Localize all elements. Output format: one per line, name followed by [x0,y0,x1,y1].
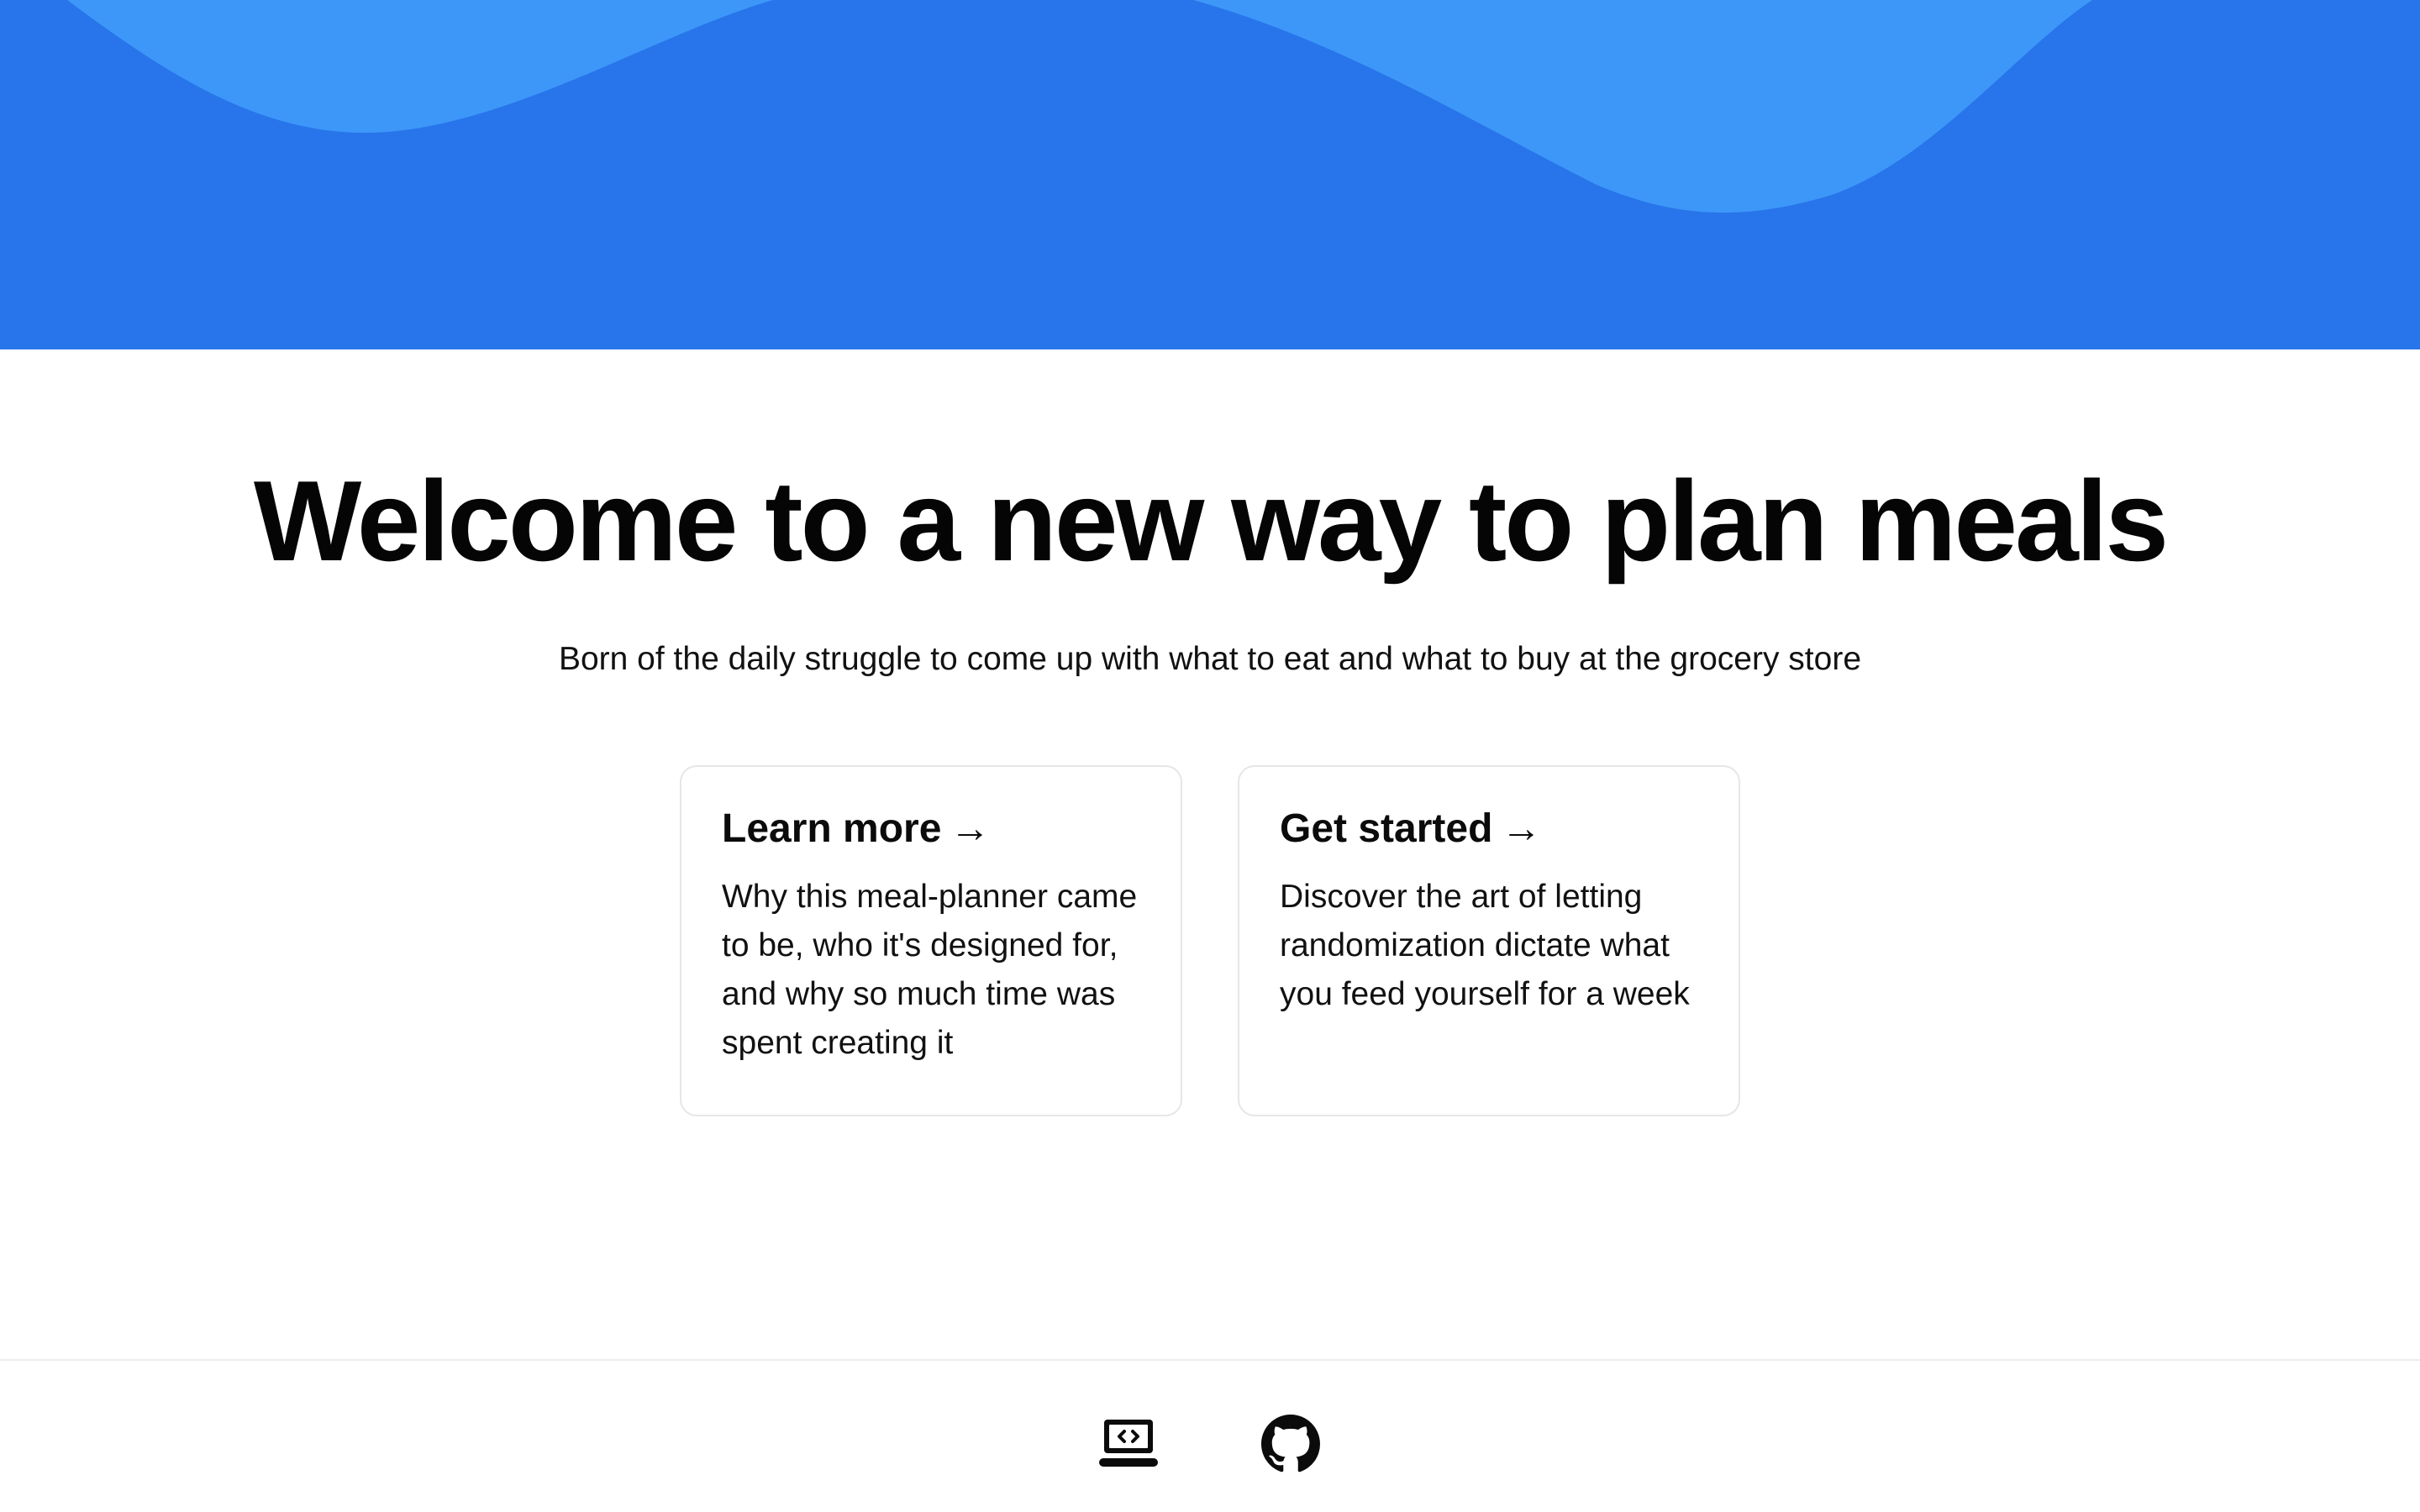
hero-wave-graphic [0,0,2420,349]
get-started-description: Discover the art of letting randomizatio… [1280,879,1690,1012]
footer [0,1359,2420,1512]
get-started-title: Get started → [1280,804,1698,854]
laptop-code-icon[interactable] [1099,1415,1158,1473]
learn-more-description: Why this meal-planner came to be, who it… [722,879,1138,1061]
page: Welcome to a new way to plan meals Born … [0,0,2420,1512]
page-title: Welcome to a new way to plan meals [253,457,2169,585]
page-subtitle: Born of the daily struggle to come up wi… [558,641,1862,677]
learn-more-label: Learn more [722,806,942,851]
arrow-right-icon: → [1501,806,1542,851]
get-started-label: Get started [1280,806,1493,851]
hero-banner [0,0,2420,349]
learn-more-title: Learn more → [722,804,1140,854]
github-icon[interactable] [1261,1415,1320,1473]
learn-more-card[interactable]: Learn more → Why this meal-planner came t… [680,765,1182,1116]
get-started-card[interactable]: Get started → Discover the art of letting… [1238,765,1740,1116]
arrow-right-icon: → [950,806,991,851]
